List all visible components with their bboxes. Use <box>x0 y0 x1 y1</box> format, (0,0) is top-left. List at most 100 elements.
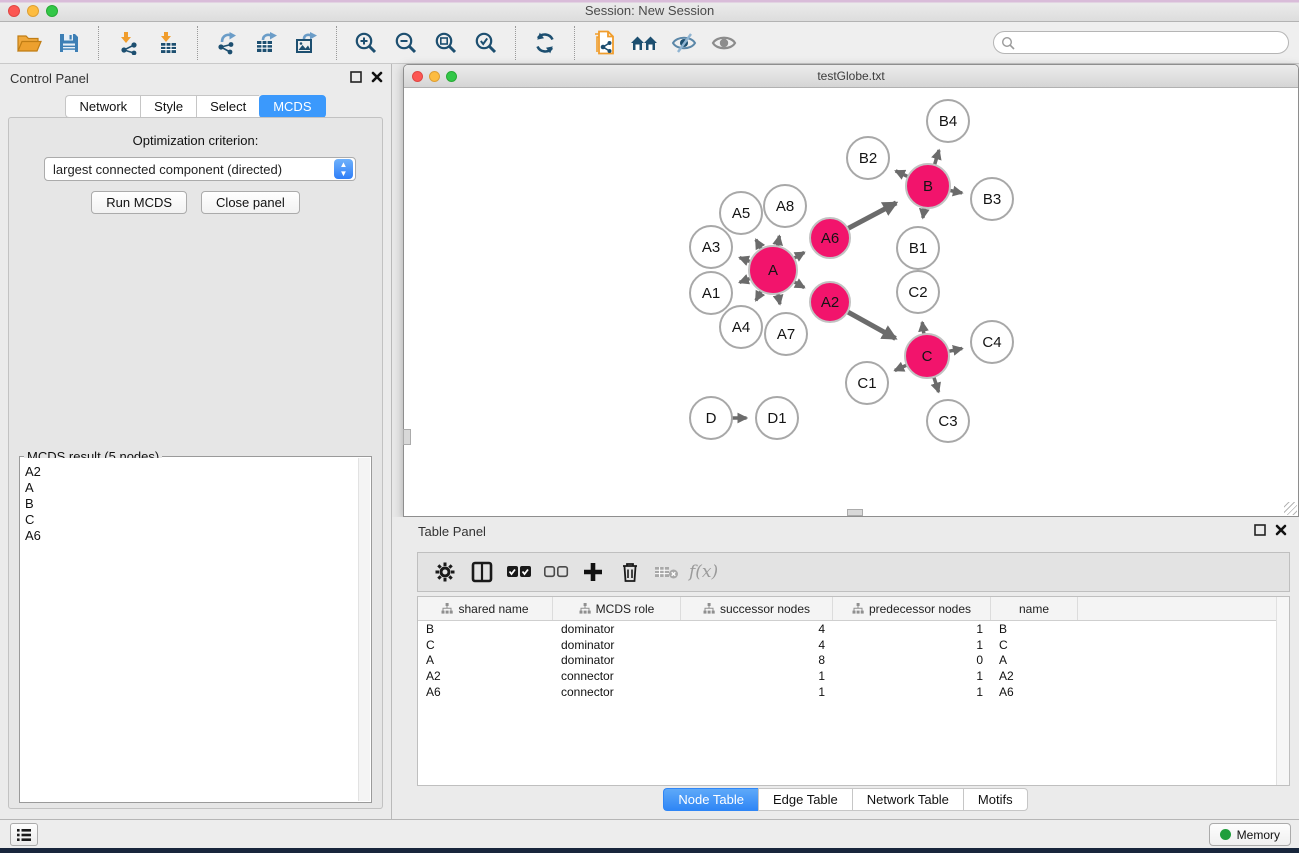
network-graph[interactable]: A A1 A2 A3 A4 A5 A6 A7 A8 B B1 B2 B3 B4 C C1 C2 C3C4 D D1 <box>405 89 1297 515</box>
column-header-name[interactable]: name <box>991 597 1078 620</box>
tab-mcds[interactable]: MCDS <box>259 95 325 118</box>
column-header-predecessor-nodes[interactable]: predecessor nodes <box>833 597 991 620</box>
tab-edge-table[interactable]: Edge Table <box>758 788 852 811</box>
svg-text:B3: B3 <box>983 191 1001 208</box>
close-panel-button[interactable]: Close panel <box>201 191 300 214</box>
edge-A6-B[interactable] <box>846 203 896 230</box>
zoom-fit-icon[interactable] <box>426 27 466 59</box>
search-field[interactable] <box>993 31 1289 54</box>
cell-shared-name: B <box>418 622 553 636</box>
close-panel-icon[interactable] <box>371 71 383 83</box>
new-network-from-selection-icon[interactable] <box>584 27 624 59</box>
export-network-icon[interactable] <box>207 27 247 59</box>
table-header-row: shared nameMCDS rolesuccessor nodesprede… <box>418 597 1289 621</box>
table-row[interactable]: A6connector11A6 <box>418 684 1289 700</box>
resize-grip-icon[interactable] <box>1284 502 1297 515</box>
memory-button[interactable]: Memory <box>1209 823 1291 846</box>
graph-node-A6[interactable]: A6 <box>810 218 850 258</box>
result-item[interactable]: A2 <box>25 464 358 480</box>
network-canvas[interactable]: A A1 A2 A3 A4 A5 A6 A7 A8 B B1 B2 B3 B4 C C1 C2 C3C4 D D1 <box>405 89 1297 515</box>
table-row[interactable]: A2connector11A2 <box>418 668 1289 684</box>
graph-node-B2[interactable]: B2 <box>847 137 889 179</box>
refresh-icon[interactable] <box>525 27 565 59</box>
tab-network[interactable]: Network <box>65 95 140 118</box>
cell-predecessor-nodes: 1 <box>833 622 991 636</box>
zoom-selected-icon[interactable] <box>466 27 506 59</box>
graph-node-C2[interactable]: C2 <box>897 271 939 313</box>
zoom-out-icon[interactable] <box>386 27 426 59</box>
graph-node-A3[interactable]: A3 <box>690 226 732 268</box>
cell-MCDS-role: connector <box>553 685 681 699</box>
table-row[interactable]: Adominator80A <box>418 652 1289 668</box>
table-scrollbar[interactable] <box>1276 597 1289 785</box>
mcds-result-list[interactable]: A2ABCA6 <box>21 458 358 801</box>
result-item[interactable]: C <box>25 512 358 528</box>
result-scrollbar[interactable] <box>358 458 370 801</box>
run-mcds-button[interactable]: Run MCDS <box>91 191 187 214</box>
tab-node-table[interactable]: Node Table <box>663 788 758 811</box>
search-input[interactable] <box>1015 36 1288 50</box>
bottom-scroll-handle[interactable] <box>847 509 863 516</box>
left-scroll-handle[interactable] <box>403 429 411 445</box>
graph-node-B1[interactable]: B1 <box>897 227 939 269</box>
graph-node-A2[interactable]: A2 <box>810 282 850 322</box>
save-session-icon[interactable] <box>49 27 89 59</box>
graph-node-A[interactable]: A <box>749 246 797 294</box>
table-body[interactable]: Bdominator41BCdominator41CAdominator80AA… <box>418 621 1289 699</box>
criterion-select[interactable]: largest connected component (directed) ▲… <box>44 157 356 181</box>
tab-select[interactable]: Select <box>196 95 259 118</box>
graph-node-B3[interactable]: B3 <box>971 178 1013 220</box>
tab-motifs[interactable]: Motifs <box>963 788 1028 811</box>
float-panel-icon[interactable] <box>350 71 362 83</box>
graph-node-A7[interactable]: A7 <box>765 313 807 355</box>
deselect-all-rows-icon[interactable] <box>537 556 574 588</box>
column-header-shared-name[interactable]: shared name <box>418 597 553 620</box>
open-file-icon[interactable] <box>9 27 49 59</box>
delete-table-icon[interactable] <box>648 556 685 588</box>
column-header-successor-nodes[interactable]: successor nodes <box>681 597 833 620</box>
table-row[interactable]: Cdominator41C <box>418 637 1289 653</box>
result-item[interactable]: B <box>25 496 358 512</box>
import-network-icon[interactable] <box>108 27 148 59</box>
tab-style[interactable]: Style <box>140 95 196 118</box>
graph-node-D1[interactable]: D1 <box>756 397 798 439</box>
graph-node-C4[interactable]: C4 <box>971 321 1013 363</box>
first-neighbors-icon[interactable] <box>624 27 664 59</box>
hide-selected-icon[interactable] <box>664 27 704 59</box>
svg-text:D: D <box>706 410 717 427</box>
graph-node-A4[interactable]: A4 <box>720 306 762 348</box>
result-item[interactable]: A6 <box>25 528 358 544</box>
graph-node-B[interactable]: B <box>906 164 950 208</box>
cell-name: C <box>991 638 1078 652</box>
export-table-icon[interactable] <box>247 27 287 59</box>
select-all-rows-icon[interactable] <box>500 556 537 588</box>
float-table-panel-icon[interactable] <box>1254 524 1266 536</box>
zoom-in-icon[interactable] <box>346 27 386 59</box>
graph-node-A8[interactable]: A8 <box>764 185 806 227</box>
ui-components-button[interactable] <box>10 823 38 846</box>
delete-columns-icon[interactable] <box>611 556 648 588</box>
graph-node-A5[interactable]: A5 <box>720 192 762 234</box>
graph-node-C1[interactable]: C1 <box>846 362 888 404</box>
graph-node-C3[interactable]: C3 <box>927 400 969 442</box>
function-builder-icon[interactable]: f(x) <box>685 562 718 582</box>
create-column-icon[interactable] <box>574 556 611 588</box>
graph-node-A1[interactable]: A1 <box>690 272 732 314</box>
table-row[interactable]: Bdominator41B <box>418 621 1289 637</box>
svg-text:A: A <box>768 262 778 279</box>
column-header-MCDS-role[interactable]: MCDS role <box>553 597 681 620</box>
export-image-icon[interactable] <box>287 27 327 59</box>
result-item[interactable]: A <box>25 480 358 496</box>
import-table-icon[interactable] <box>148 27 188 59</box>
graph-node-B4[interactable]: B4 <box>927 100 969 142</box>
graph-node-C[interactable]: C <box>905 334 949 378</box>
show-all-icon[interactable] <box>704 27 744 59</box>
table-options-icon[interactable] <box>426 556 463 588</box>
network-window-titlebar[interactable]: testGlobe.txt <box>404 65 1298 88</box>
edge-A2-C[interactable] <box>846 311 896 339</box>
close-table-panel-icon[interactable] <box>1275 524 1287 536</box>
graph-node-D[interactable]: D <box>690 397 732 439</box>
show-column-icon[interactable] <box>463 556 500 588</box>
status-bar: Memory <box>0 819 1299 848</box>
tab-network-table[interactable]: Network Table <box>852 788 963 811</box>
